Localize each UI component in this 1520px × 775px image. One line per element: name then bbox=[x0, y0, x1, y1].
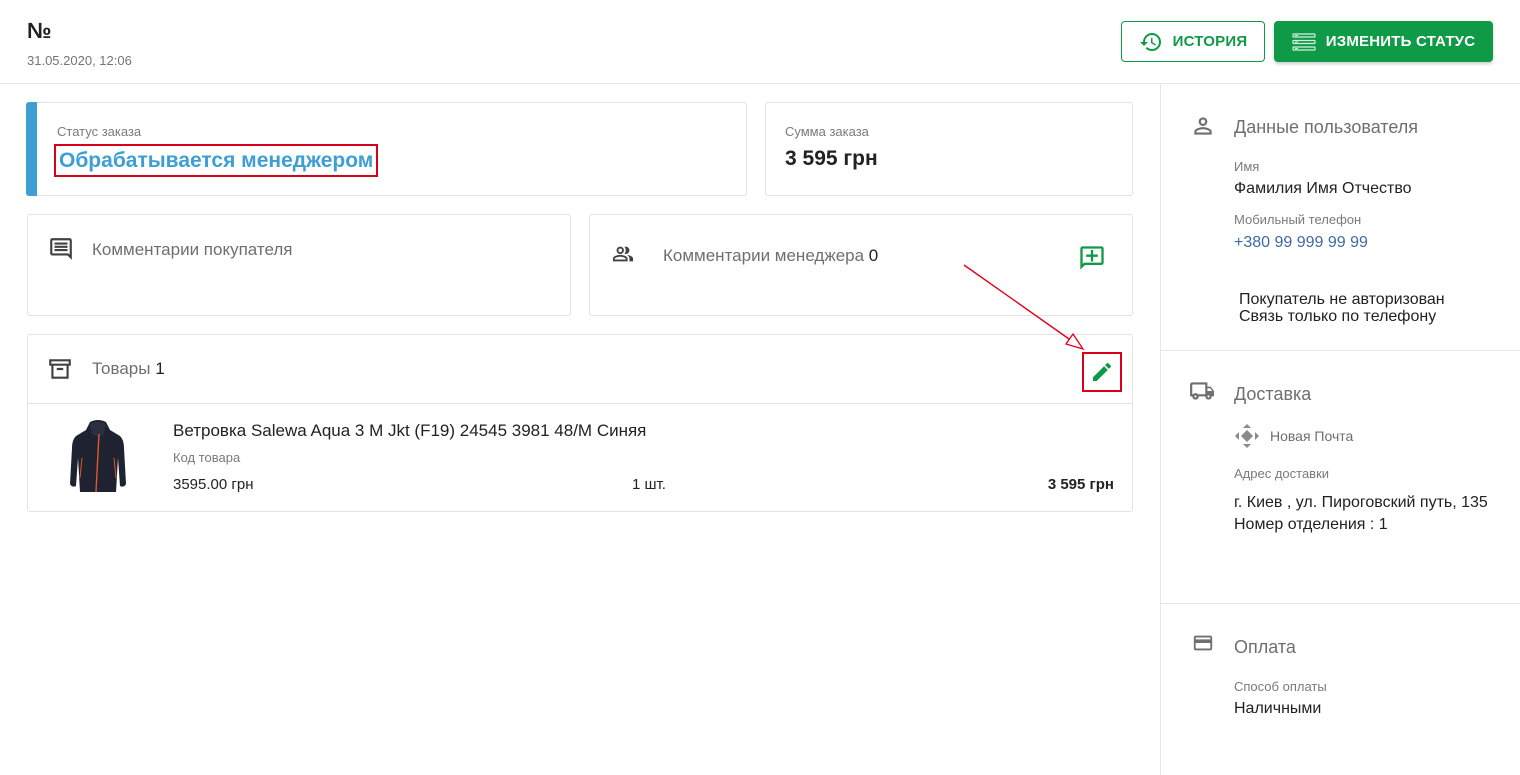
truck-icon bbox=[1190, 382, 1214, 400]
delivery-section: Доставка Новая Почта Адрес доставки г. К… bbox=[1161, 351, 1520, 604]
history-label: ИСТОРИЯ bbox=[1172, 33, 1248, 50]
status-value: Обрабатывается менеджером bbox=[54, 144, 379, 177]
status-accent-bar bbox=[26, 102, 37, 196]
delivery-title: Доставка bbox=[1234, 384, 1312, 404]
customer-name-label: Имя bbox=[1234, 159, 1260, 174]
product-total: 3 595 грн bbox=[1047, 476, 1114, 493]
customer-phone-label: Мобильный телефон bbox=[1234, 212, 1362, 227]
archive-icon bbox=[49, 359, 71, 379]
delivery-address-label: Адрес доставки bbox=[1234, 466, 1330, 481]
manager-comments-title: Комментарии менеджера 0 bbox=[663, 246, 878, 266]
payment-section: Оплата Способ оплаты Наличными bbox=[1161, 604, 1520, 775]
customer-title: Данные пользователя bbox=[1234, 117, 1419, 137]
history-button[interactable]: ИСТОРИЯ bbox=[1121, 21, 1265, 62]
order-status-card: Статус заказа Обрабатывается менеджером bbox=[26, 102, 747, 196]
customer-phone[interactable]: +380 99 999 99 99 bbox=[1234, 234, 1368, 252]
people-icon bbox=[612, 246, 634, 262]
card-icon bbox=[1193, 635, 1213, 651]
add-comment-icon[interactable] bbox=[1078, 244, 1106, 272]
order-sidebar: Данные пользователя Имя Фамилия Имя Отче… bbox=[1160, 84, 1520, 775]
delivery-carrier: Новая Почта bbox=[1270, 428, 1354, 444]
sum-label: Сумма заказа bbox=[785, 124, 869, 139]
payment-title: Оплата bbox=[1234, 637, 1296, 657]
products-divider bbox=[28, 403, 1132, 404]
delivery-address: г. Киев , ул. Пироговский путь, 135 bbox=[1234, 494, 1488, 511]
buyer-comments-card: Комментарии покупателя bbox=[27, 214, 571, 316]
customer-section: Данные пользователя Имя Фамилия Имя Отче… bbox=[1161, 84, 1520, 351]
payment-method: Наличными bbox=[1234, 700, 1322, 717]
jacket-image bbox=[70, 420, 126, 493]
history-icon bbox=[1139, 32, 1161, 51]
order-sum-card: Сумма заказа 3 595 грн bbox=[765, 102, 1133, 196]
product-name[interactable]: Ветровка Salewa Aqua 3 M Jkt (F19) 24545… bbox=[173, 421, 646, 441]
order-header: № 31.05.2020, 12:06 ИСТОРИЯ ИЗМЕНИТЬ СТА… bbox=[0, 0, 1520, 84]
product-code-label: Код товара bbox=[173, 450, 241, 465]
payment-method-label: Способ оплаты bbox=[1234, 679, 1327, 694]
comment-icon bbox=[50, 238, 72, 260]
customer-name: Фамилия Имя Отчество bbox=[1234, 180, 1412, 197]
sum-value: 3 595 грн bbox=[785, 147, 878, 170]
customer-note-1: Покупатель не авторизован bbox=[1239, 291, 1445, 308]
products-count: 1 bbox=[155, 359, 165, 378]
products-label: Товары bbox=[92, 359, 151, 378]
manager-comments-label: Комментарии менеджера bbox=[663, 246, 865, 265]
customer-note-2: Связь только по телефону bbox=[1239, 308, 1437, 325]
delivery-branch: Номер отделения : 1 bbox=[1234, 516, 1388, 533]
products-card: Товары 1 Ветровка Salewa Aqua 3 M Jkt (F… bbox=[27, 334, 1133, 512]
order-date: 31.05.2020, 12:06 bbox=[27, 53, 132, 68]
list-icon bbox=[1292, 32, 1316, 51]
manager-comments-card: Комментарии менеджера 0 bbox=[589, 214, 1133, 316]
products-title: Товары 1 bbox=[92, 359, 165, 379]
edit-icon bbox=[1093, 362, 1112, 381]
change-status-button[interactable]: ИЗМЕНИТЬ СТАТУС bbox=[1274, 21, 1493, 62]
status-label: Статус заказа bbox=[57, 124, 142, 139]
manager-comments-count: 0 bbox=[868, 246, 879, 265]
product-quantity: 1 шт. bbox=[632, 476, 666, 493]
change-status-label: ИЗМЕНИТЬ СТАТУС bbox=[1325, 33, 1476, 50]
person-icon bbox=[1194, 117, 1212, 135]
nova-poshta-icon bbox=[1235, 424, 1259, 448]
order-number: № bbox=[27, 18, 52, 43]
edit-products-button[interactable] bbox=[1082, 352, 1122, 392]
product-price: 3595.00 грн bbox=[173, 476, 254, 493]
buyer-comments-title: Комментарии покупателя bbox=[92, 240, 293, 259]
